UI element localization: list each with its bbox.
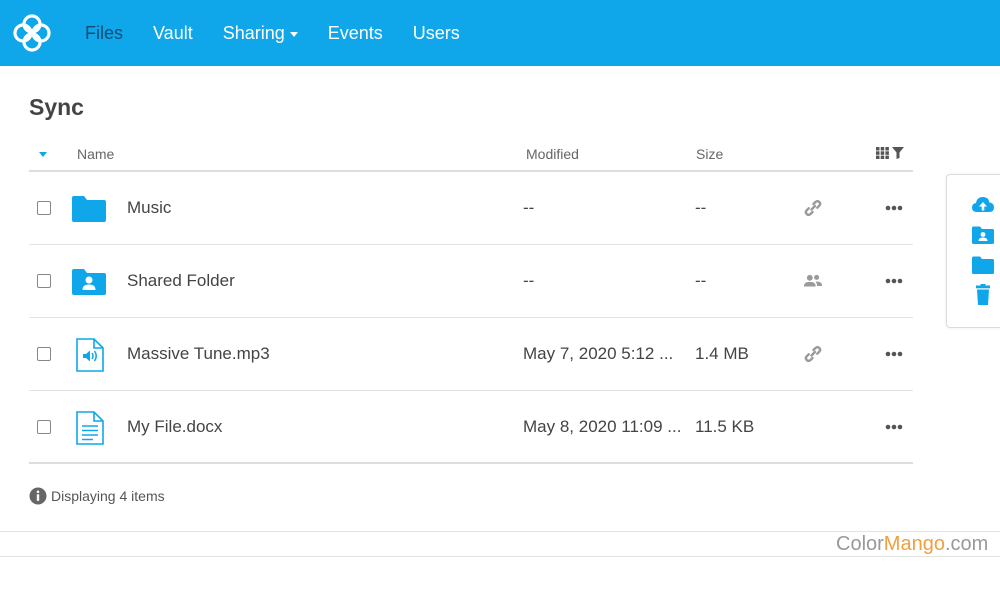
more-options-icon[interactable] [885, 278, 903, 284]
table-row[interactable]: Massive Tune.mp3 May 7, 2020 5:12 ... 1.… [29, 318, 913, 391]
file-modified: -- [523, 198, 535, 217]
nav-events[interactable]: Events [313, 0, 398, 66]
folder-icon [72, 196, 106, 222]
more-options-icon[interactable] [885, 424, 903, 430]
link-icon[interactable] [803, 345, 823, 363]
row-checkbox[interactable] [37, 347, 51, 361]
more-options-icon[interactable] [885, 205, 903, 211]
upload-icon[interactable] [971, 194, 995, 216]
table-tools [876, 147, 904, 159]
nav-users-label: Users [412, 22, 460, 43]
column-header-name[interactable]: Name [77, 146, 114, 162]
row-checkbox[interactable] [37, 420, 51, 434]
page-title: Sync [29, 94, 84, 120]
nav-vault-label: Vault [153, 22, 193, 43]
audio-file-icon [76, 338, 104, 372]
column-header-modified[interactable]: Modified [526, 146, 579, 162]
table-row[interactable]: Shared Folder -- -- [29, 245, 913, 318]
main-nav: Files Vault Sharing Events Users [70, 0, 475, 66]
info-icon [29, 487, 47, 505]
top-navigation-bar: Files Vault Sharing Events Users [0, 0, 1000, 66]
more-options-icon[interactable] [885, 351, 903, 357]
divider [0, 556, 1000, 557]
row-checkbox[interactable] [37, 274, 51, 288]
items-count-label: Displaying 4 items [51, 488, 165, 504]
trash-icon[interactable] [971, 284, 995, 306]
sync-logo-icon[interactable] [10, 11, 54, 55]
table-row[interactable]: Music -- -- [29, 172, 913, 245]
watermark-part2: Mango [883, 533, 945, 555]
items-count-status: Displaying 4 items [29, 487, 165, 505]
link-icon[interactable] [803, 199, 823, 217]
file-modified: May 7, 2020 5:12 ... [523, 344, 674, 363]
file-name[interactable]: Shared Folder [127, 271, 235, 291]
file-size: -- [695, 271, 707, 290]
nav-sharing-label: Sharing [222, 22, 285, 43]
file-modified: -- [523, 271, 535, 290]
new-folder-icon[interactable] [971, 254, 995, 276]
watermark-part1: Color [836, 533, 884, 555]
nav-sharing[interactable]: Sharing [208, 0, 313, 66]
file-name[interactable]: Music [127, 198, 171, 218]
shared-folder-icon [72, 269, 106, 295]
row-checkbox[interactable] [37, 201, 51, 215]
new-shared-folder-icon[interactable] [971, 224, 995, 246]
file-size: -- [695, 198, 707, 217]
file-name[interactable]: Massive Tune.mp3 [127, 344, 270, 364]
side-action-panel [946, 174, 1000, 328]
nav-files-label: Files [85, 22, 124, 43]
nav-vault[interactable]: Vault [138, 0, 208, 66]
divider [0, 531, 1000, 532]
users-icon[interactable] [803, 272, 823, 290]
file-modified: May 8, 2020 11:09 ... [523, 417, 682, 436]
chevron-down-icon [289, 32, 298, 37]
filter-icon[interactable] [892, 147, 904, 159]
nav-events-label: Events [327, 22, 383, 43]
nav-users[interactable]: Users [398, 0, 475, 66]
grid-view-icon[interactable] [876, 147, 889, 159]
file-size: 1.4 MB [695, 344, 749, 363]
document-file-icon [76, 411, 104, 445]
sort-caret-icon[interactable] [39, 152, 47, 157]
watermark: ColorMango.com [836, 533, 988, 556]
table-header: Name Modified Size [29, 136, 913, 172]
table-row[interactable]: My File.docx May 8, 2020 11:09 ... 11.5 … [29, 391, 913, 464]
file-name[interactable]: My File.docx [127, 417, 222, 437]
column-header-size[interactable]: Size [696, 146, 723, 162]
nav-files[interactable]: Files [70, 0, 138, 66]
watermark-part3: .com [944, 533, 989, 555]
file-size: 11.5 KB [695, 417, 755, 436]
file-table: Name Modified Size Music -- -- Shared Fo… [29, 136, 913, 464]
